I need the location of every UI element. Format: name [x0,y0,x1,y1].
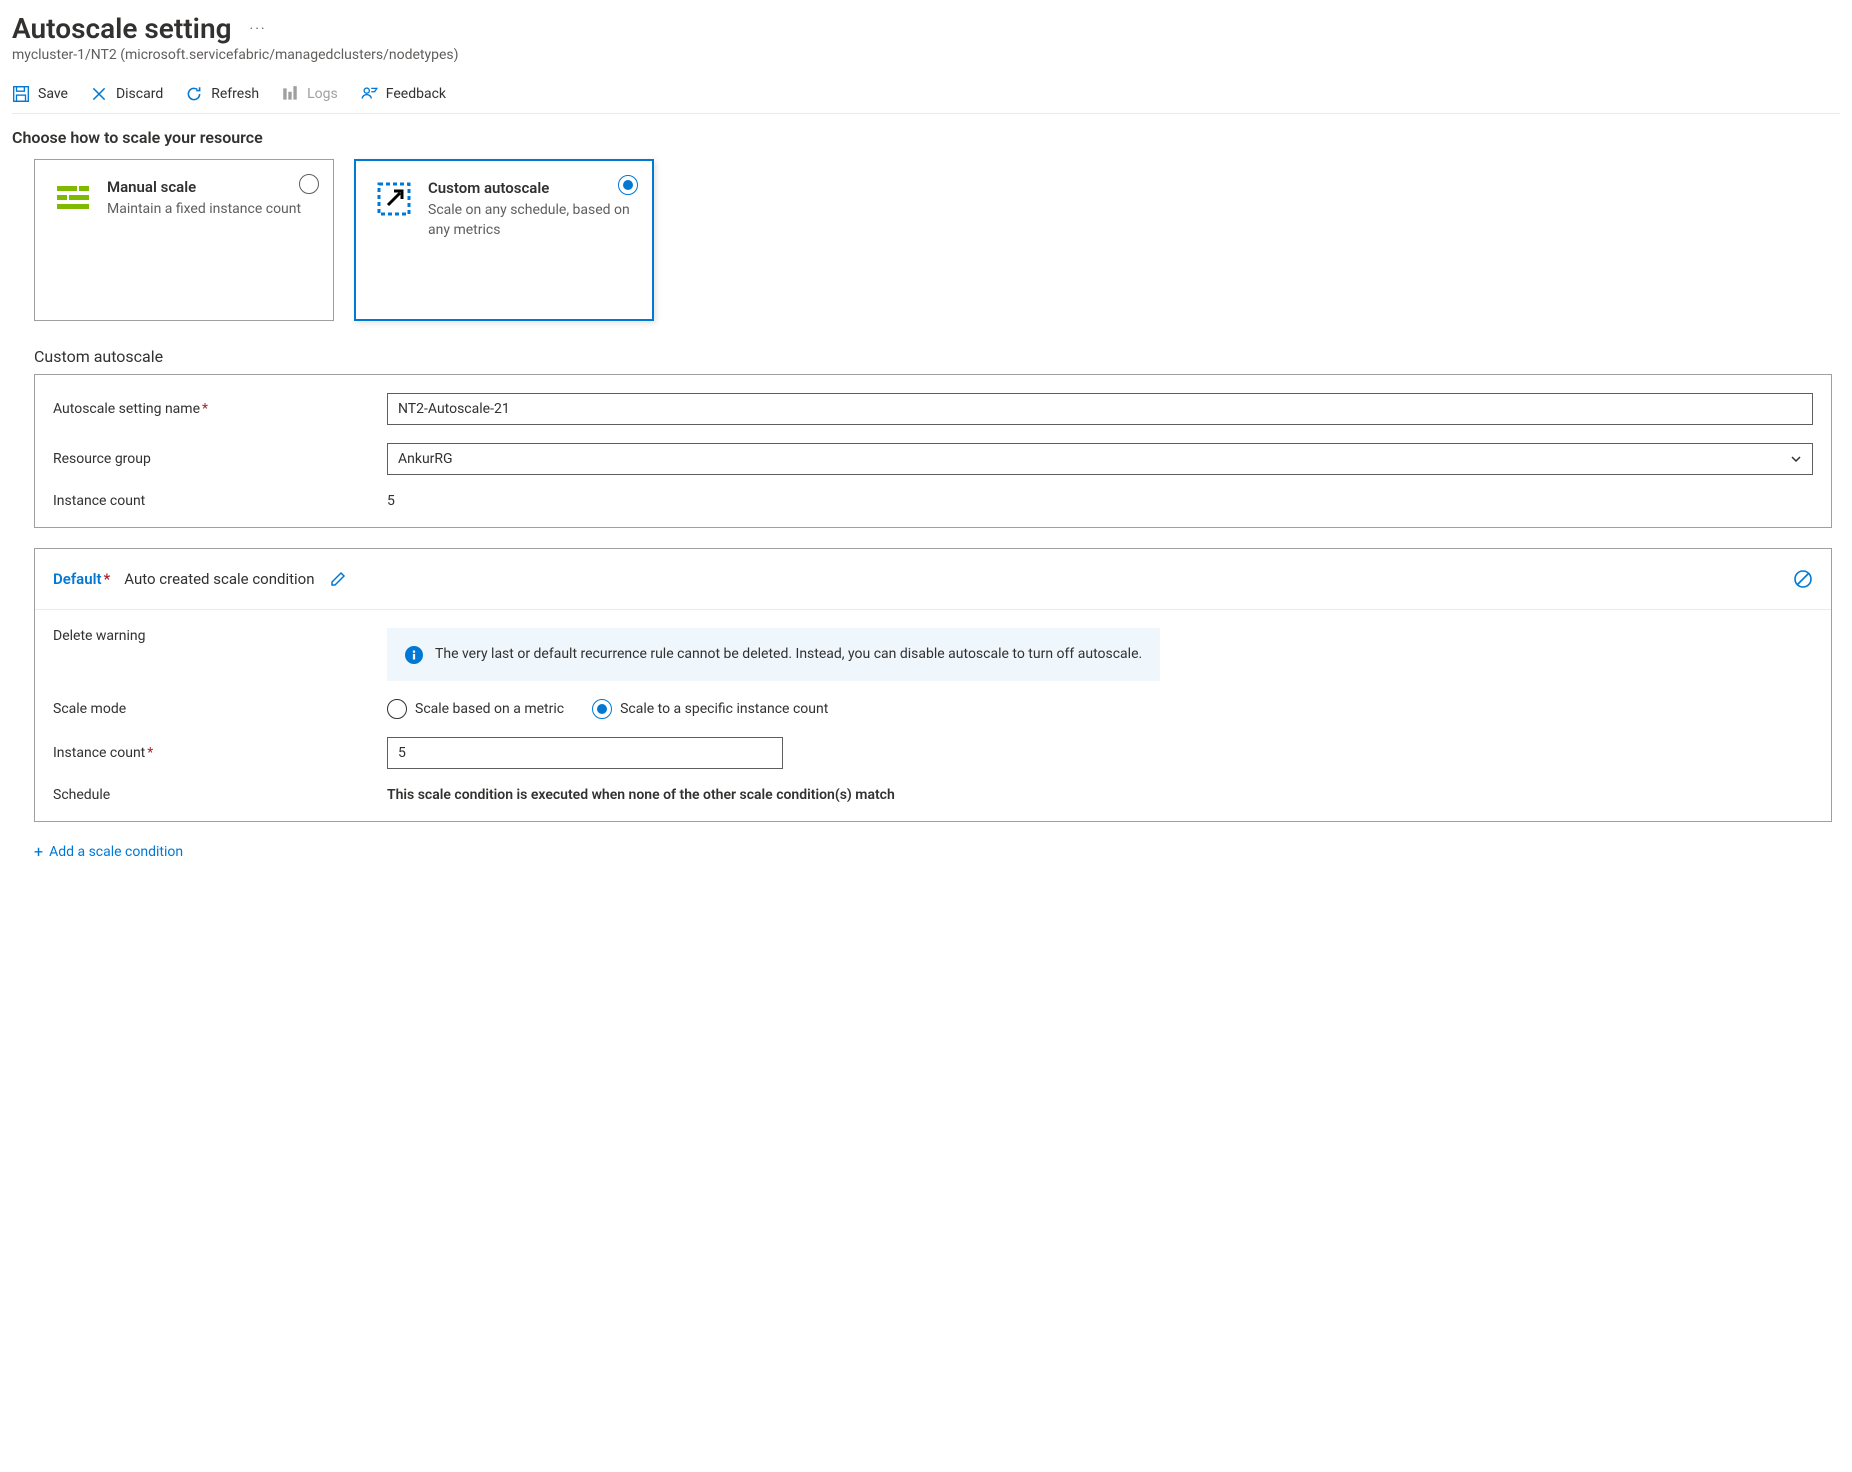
refresh-label: Refresh [211,86,259,102]
card-title: Manual scale [107,178,301,196]
discard-label: Discard [116,86,163,102]
feedback-button[interactable]: Feedback [360,85,446,103]
plus-icon: + [34,842,43,861]
schedule-text: This scale condition is executed when no… [387,787,895,803]
autoscale-name-field[interactable] [387,393,1813,425]
card-custom-autoscale[interactable]: Custom autoscale Scale on any schedule, … [354,159,654,321]
scale-condition-panel: Default* Auto created scale condition De… [34,548,1832,822]
refresh-icon [185,85,203,103]
close-icon [90,85,108,103]
breadcrumb: mycluster-1/NT2 (microsoft.servicefabric… [12,47,1840,63]
feedback-icon [360,85,378,103]
instance-count-value: 5 [387,493,395,509]
condition-name: Auto created scale condition [124,570,314,588]
custom-section-title: Custom autoscale [34,347,1840,366]
delete-warning-box: The very last or default recurrence rule… [387,628,1160,681]
label-cond-instance-count: Instance count* [53,745,387,761]
label-resource-group: Resource group [53,451,387,467]
logs-label: Logs [307,86,338,102]
label-delete-warning: Delete warning [53,628,387,644]
resource-group-select[interactable] [387,443,1813,475]
command-bar: Save Discard Refresh Logs Feedback [12,71,1840,114]
radio-icon [592,699,612,719]
radio-label: Scale to a specific instance count [620,701,828,717]
discard-button[interactable]: Discard [90,85,163,103]
label-scale-mode: Scale mode [53,701,387,717]
delete-warning-text: The very last or default recurrence rule… [435,644,1142,665]
label-instance-count: Instance count [53,493,387,509]
save-icon [12,85,30,103]
radio-scale-metric[interactable]: Scale based on a metric [387,699,564,719]
card-manual-scale[interactable]: Manual scale Maintain a fixed instance c… [34,159,334,321]
add-scale-condition-button[interactable]: + Add a scale condition [34,842,183,861]
card-desc: Maintain a fixed instance count [107,200,301,220]
radio-label: Scale based on a metric [415,701,564,717]
label-schedule: Schedule [53,787,387,803]
more-icon[interactable]: ··· [250,21,267,37]
radio-icon [387,699,407,719]
save-button[interactable]: Save [12,85,68,103]
edit-icon[interactable] [329,570,347,588]
radio-icon [299,174,319,194]
add-scale-condition-label: Add a scale condition [49,844,183,860]
logs-button: Logs [281,85,338,103]
page-title: Autoscale setting [12,12,232,45]
prohibit-icon[interactable] [1793,569,1813,589]
refresh-button[interactable]: Refresh [185,85,259,103]
save-label: Save [38,86,68,102]
condition-default-label: Default* [53,570,110,588]
autoscale-settings-panel: Autoscale setting name* Resource group I… [34,374,1832,528]
feedback-label: Feedback [386,86,446,102]
choose-heading: Choose how to scale your resource [12,128,1840,147]
info-icon [405,646,423,664]
card-title: Custom autoscale [428,179,634,197]
radio-icon [618,175,638,195]
cond-instance-count-field[interactable] [387,737,783,769]
radio-scale-count[interactable]: Scale to a specific instance count [592,699,828,719]
logs-icon [281,85,299,103]
manual-scale-icon [53,178,93,218]
label-autoscale-name: Autoscale setting name* [53,401,387,417]
custom-autoscale-icon [374,179,414,219]
card-desc: Scale on any schedule, based on any metr… [428,201,634,240]
